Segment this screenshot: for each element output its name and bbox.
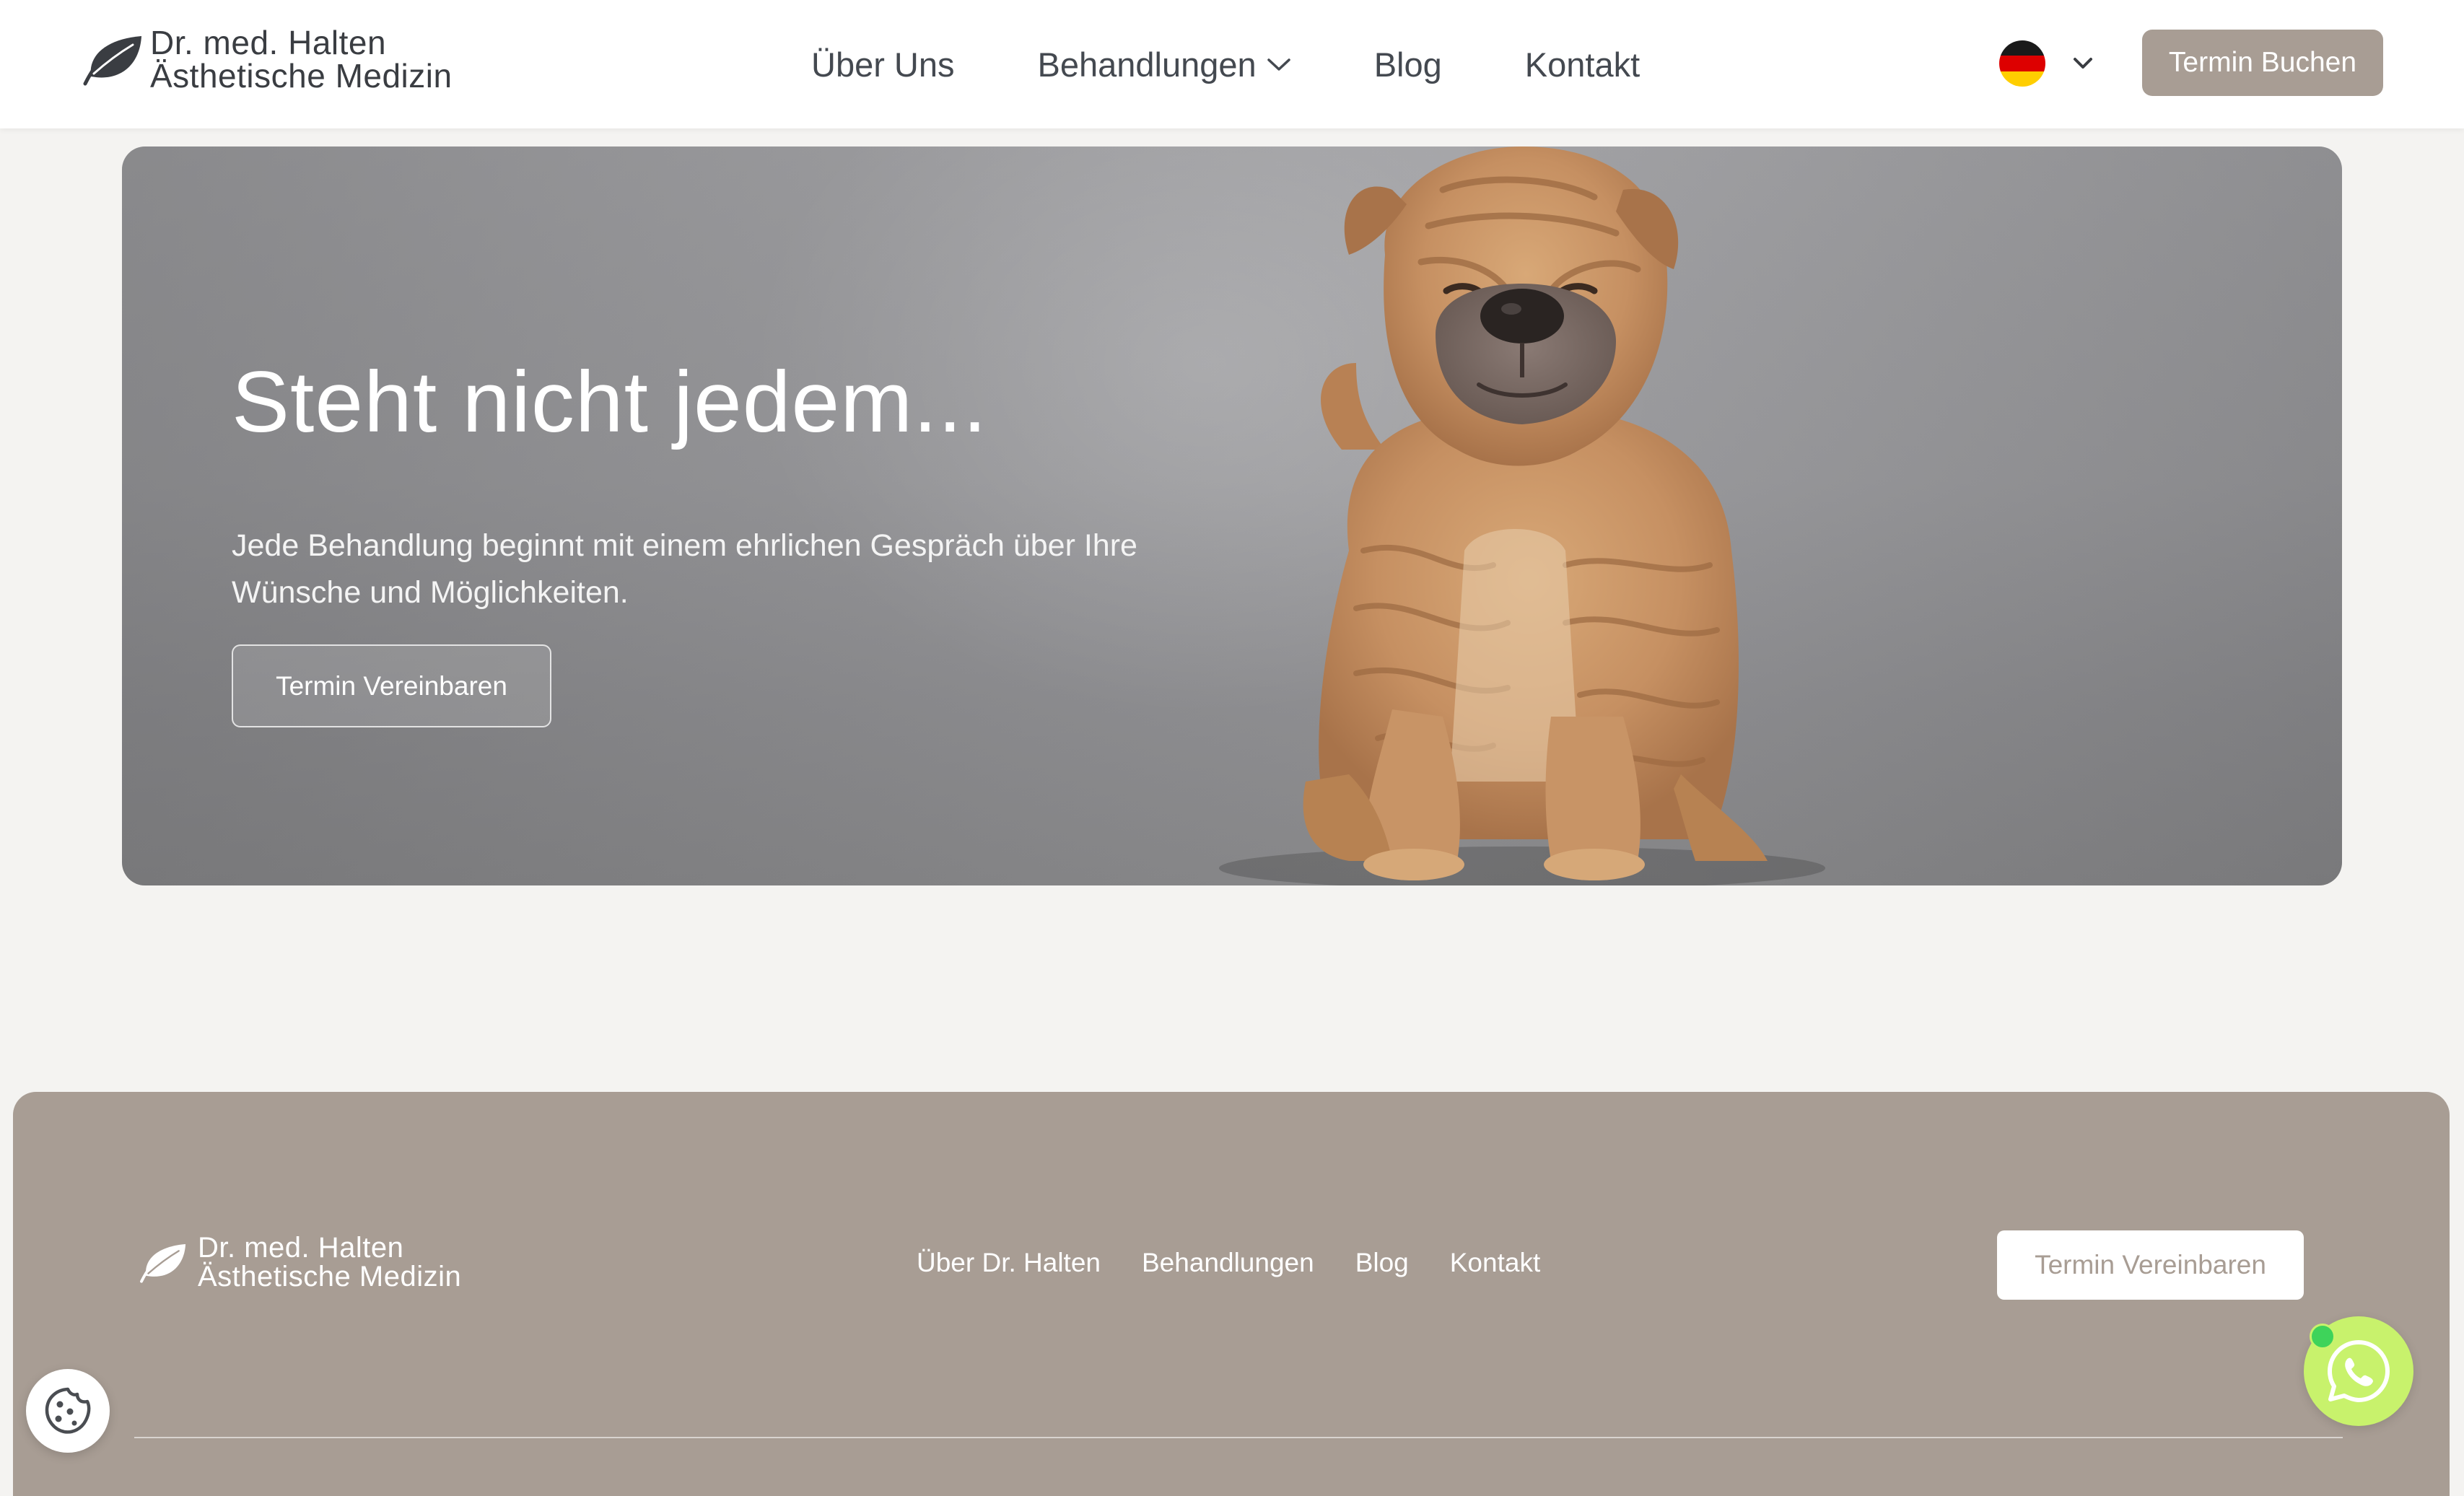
online-status-dot — [2310, 1324, 2336, 1350]
footer-link-ueber-dr-halten[interactable]: Über Dr. Halten — [917, 1248, 1101, 1278]
main-nav: Über Uns Behandlungen Blog Kontakt — [811, 45, 1640, 84]
hero-subtitle: Jede Behandlung beginnt mit einem ehrlic… — [232, 528, 1137, 610]
book-appointment-button[interactable]: Termin Buchen — [2142, 30, 2383, 96]
hero-banner: Steht nicht jedem... Jede Behandlung beg… — [122, 146, 2342, 885]
leaf-logo-icon — [83, 36, 141, 86]
logo-line-2: Ästhetische Medizin — [150, 57, 453, 95]
whatsapp-icon — [2328, 1340, 2390, 1402]
german-flag-icon — [1999, 40, 2045, 87]
footer-appointment-button[interactable]: Termin Vereinbaren — [1997, 1230, 2304, 1300]
logo-line-1: Dr. med. Halten — [150, 24, 387, 61]
nav-item-ueber-uns[interactable]: Über Uns — [811, 45, 955, 84]
site-logo[interactable]: Dr. med. Halten Ästhetische Medizin — [78, 26, 453, 92]
footer-link-kontakt[interactable]: Kontakt — [1450, 1248, 1540, 1278]
nav-item-kontakt[interactable]: Kontakt — [1525, 45, 1640, 84]
leaf-logo-icon — [140, 1243, 186, 1283]
nav-label: Über Uns — [811, 45, 955, 84]
language-selector[interactable] — [1999, 40, 2093, 87]
nav-item-behandlungen[interactable]: Behandlungen — [1038, 45, 1291, 84]
footer-link-blog[interactable]: Blog — [1355, 1248, 1409, 1278]
chevron-down-icon — [2074, 58, 2092, 69]
chevron-down-icon — [1267, 58, 1290, 71]
nav-label: Kontakt — [1524, 45, 1641, 84]
shar-pei-puppy-image — [1219, 146, 1825, 885]
site-header: Dr. med. Halten Ästhetische Medizin Über… — [0, 0, 2464, 128]
hero-appointment-button[interactable]: Termin Vereinbaren — [232, 644, 551, 727]
nav-label: Behandlungen — [1037, 45, 1257, 84]
cookie-settings-button[interactable] — [26, 1369, 110, 1453]
footer-logo-line-2: Ästhetische Medizin — [198, 1261, 462, 1292]
footer-link-behandlungen[interactable]: Behandlungen — [1142, 1248, 1314, 1278]
cookie-icon — [45, 1387, 91, 1434]
whatsapp-chat-button[interactable] — [2304, 1316, 2413, 1426]
hero-title: Steht nicht jedem... — [232, 354, 988, 450]
footer-logo[interactable]: Dr. med. Halten Ästhetische Medizin — [134, 1233, 461, 1291]
footer-nav: Über Dr. Halten Behandlungen Blog Kontak… — [917, 1248, 1540, 1278]
site-footer: Dr. med. Halten Ästhetische Medizin Über… — [13, 1092, 2450, 1496]
nav-label: Blog — [1373, 45, 1442, 84]
footer-logo-line-1: Dr. med. Halten — [198, 1232, 404, 1264]
nav-item-blog[interactable]: Blog — [1374, 45, 1442, 84]
footer-divider — [134, 1437, 2343, 1438]
